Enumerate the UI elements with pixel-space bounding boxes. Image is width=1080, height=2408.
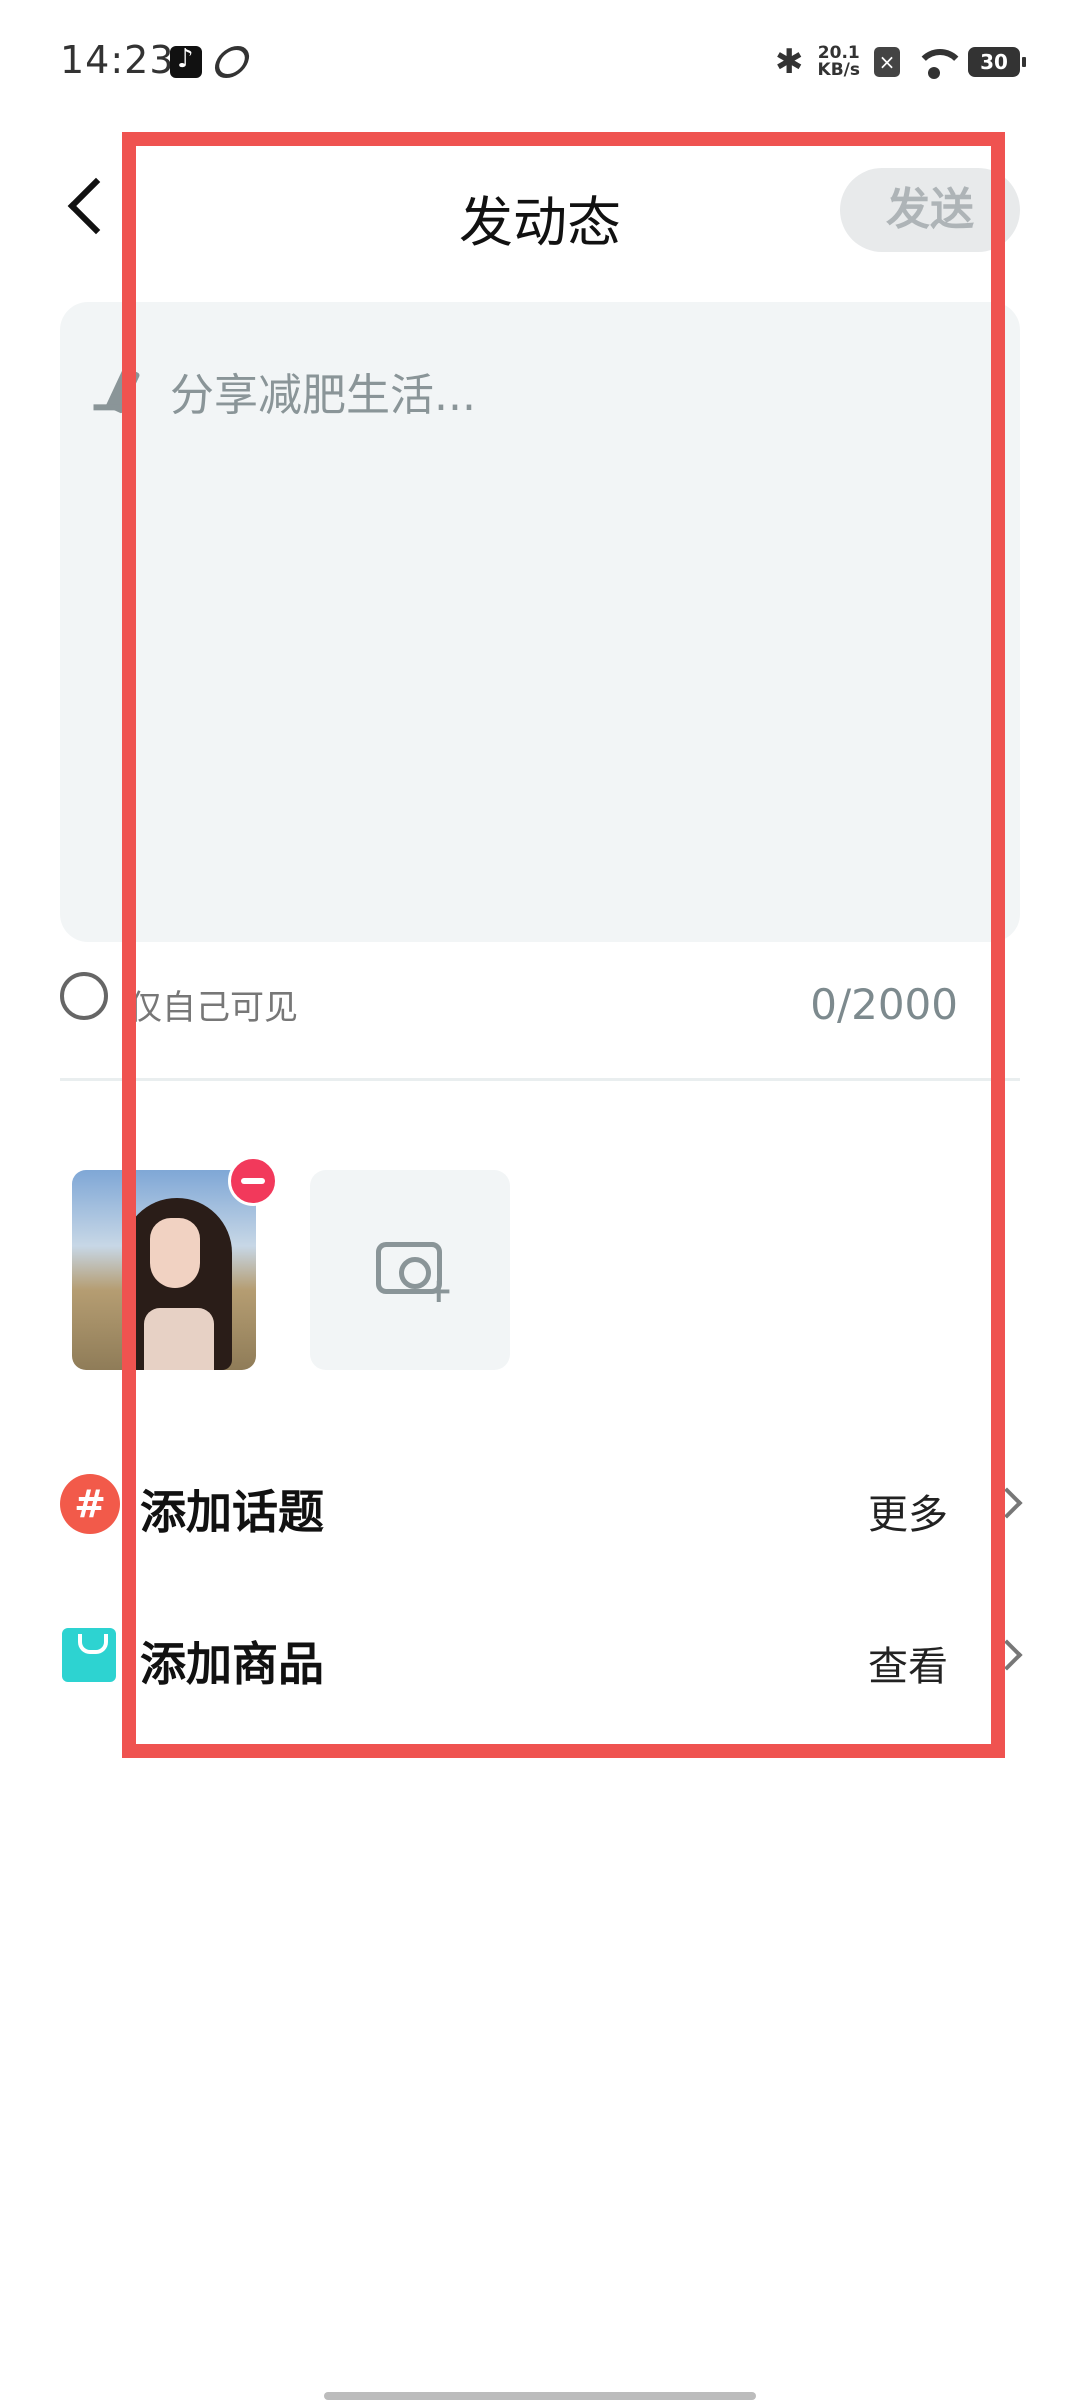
char-counter: 0/2000 bbox=[810, 980, 958, 1029]
send-button[interactable]: 发送 bbox=[840, 168, 1020, 252]
tiktok-icon bbox=[170, 44, 202, 78]
add-topic-label: 添加话题 bbox=[140, 1485, 324, 1539]
battery-icon: 30 bbox=[968, 47, 1026, 77]
sim-off-icon: × bbox=[874, 47, 900, 77]
post-content-input[interactable] bbox=[170, 370, 970, 421]
private-radio-icon[interactable] bbox=[60, 972, 108, 1020]
add-goods-label: 添加商品 bbox=[140, 1637, 324, 1691]
camera-plus-icon bbox=[376, 1242, 453, 1311]
remove-photo-icon[interactable] bbox=[228, 1156, 278, 1206]
nav-bar: 发动态 发送 bbox=[0, 150, 1080, 270]
hashtag-icon: # bbox=[60, 1474, 120, 1534]
network-speed-unit: KB/s bbox=[817, 60, 860, 80]
status-time: 14:23 bbox=[60, 38, 175, 82]
view-goods-link[interactable]: 查看 bbox=[868, 1634, 948, 1692]
chevron-right-icon bbox=[991, 1487, 1023, 1519]
shopping-bag-icon bbox=[62, 1628, 116, 1682]
photo-subject bbox=[122, 1198, 232, 1370]
status-indicators: ✱ 20.1 KB/s × 30 bbox=[775, 42, 1026, 82]
post-editor[interactable] bbox=[60, 302, 1020, 942]
more-topics-link[interactable]: 更多 bbox=[868, 1482, 948, 1540]
add-photo-button[interactable] bbox=[310, 1170, 510, 1370]
bluetooth-icon: ✱ bbox=[775, 42, 804, 82]
network-speed: 20.1 KB/s bbox=[818, 45, 860, 79]
private-visibility-label[interactable]: 仅自己可见 bbox=[128, 980, 298, 1029]
add-topic-row[interactable]: # 添加话题 更多 bbox=[60, 1452, 1023, 1552]
add-goods-row[interactable]: 添加商品 查看 bbox=[60, 1604, 1023, 1704]
divider bbox=[60, 1078, 1020, 1081]
pen-icon bbox=[105, 366, 141, 414]
status-bar: 14:23 ✱ 20.1 KB/s × 30 bbox=[0, 0, 1080, 130]
wifi-icon bbox=[914, 45, 966, 79]
chevron-right-icon bbox=[991, 1639, 1023, 1671]
visibility-row: 仅自己可见 0/2000 bbox=[60, 968, 1020, 1032]
sync-icon bbox=[210, 46, 254, 78]
photo-thumbnail[interactable] bbox=[72, 1170, 256, 1370]
home-indicator[interactable] bbox=[324, 2392, 756, 2400]
